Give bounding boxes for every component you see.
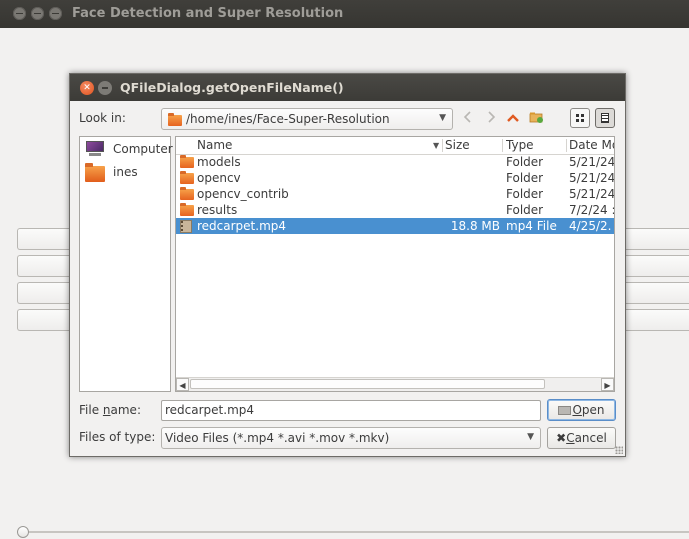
file-size (445, 170, 500, 186)
look-in-label: Look in: (79, 111, 126, 125)
folder-icon (180, 187, 194, 200)
file-name: models (197, 155, 241, 169)
file-date: 4/25/2. (569, 219, 612, 233)
cancel-icon: ✖ (556, 431, 567, 445)
cancel-button[interactable]: ✖Cancel (547, 427, 616, 449)
column-header-date[interactable]: Date Modified (569, 137, 614, 154)
main-titlebar: Face Detection and Super Resolution (0, 0, 689, 28)
video-slider-handle[interactable] (17, 526, 29, 538)
places-sidebar: Computer ines (79, 136, 173, 392)
file-date: 5/21/24 (569, 187, 615, 201)
horizontal-scrollbar[interactable]: ◀ ▶ (176, 377, 614, 391)
file-dialog: ✕ QFileDialog.getOpenFileName() Look in:… (69, 73, 626, 457)
chevron-down-icon: ▼ (527, 432, 534, 442)
chevron-down-icon: ▼ (439, 113, 446, 123)
file-type: Folder (506, 187, 544, 201)
folder-icon (168, 113, 182, 126)
column-separator (502, 139, 503, 152)
table-row[interactable]: results Folder 7/2/24 : (176, 202, 615, 218)
file-name-label: File name: (79, 403, 141, 417)
main-close-button[interactable] (13, 7, 26, 20)
look-in-combo[interactable]: /home/ines/Face-Super-Resolution ▼ (161, 108, 453, 130)
cancel-mnemonic: C (566, 431, 575, 445)
sort-descending-icon: ▼ (433, 141, 440, 150)
video-slider-track[interactable] (17, 531, 689, 533)
file-date: 5/21/24 (569, 155, 615, 169)
file-name: opencv (197, 171, 241, 185)
column-header-type[interactable]: Type (506, 137, 564, 154)
open-mnemonic: O (572, 403, 582, 417)
folder-icon (180, 155, 194, 168)
detail-view-button[interactable] (595, 108, 615, 128)
folder-icon (180, 171, 194, 184)
folder-icon (180, 203, 194, 216)
sidebar-item-label: ines (113, 165, 138, 179)
file-name: redcarpet.mp4 (197, 219, 287, 233)
detail-view-icon (601, 113, 609, 123)
cancel-label-rest: ancel (574, 431, 607, 445)
sidebar-item-label: Computer (113, 142, 173, 156)
file-type: Folder (506, 171, 544, 185)
column-header-name[interactable]: Name (197, 137, 437, 154)
table-row[interactable]: opencv Folder 5/21/24 (176, 170, 615, 186)
table-row[interactable]: opencv_contrib Folder 5/21/24 (176, 186, 615, 202)
current-path: /home/ines/Face-Super-Resolution (186, 112, 390, 126)
back-arrow-icon[interactable] (458, 108, 478, 130)
sidebar-item-ines[interactable]: ines (85, 162, 170, 182)
scrollbar-thumb[interactable] (190, 379, 545, 389)
sidebar-item-computer[interactable]: Computer (85, 139, 173, 159)
forward-arrow-icon[interactable] (481, 108, 501, 130)
file-name: results (197, 203, 238, 217)
file-type-combo[interactable]: Video Files (*.mp4 *.avi *.mov *.mkv) ▼ (161, 427, 541, 449)
file-list: Name ▼ Size Type Date Modified models Fo… (175, 136, 615, 392)
open-icon (558, 406, 572, 415)
open-button[interactable]: Open (547, 399, 616, 421)
file-date: 7/2/24 : (569, 203, 615, 217)
dialog-title: QFileDialog.getOpenFileName() (120, 80, 344, 95)
column-separator (442, 139, 443, 152)
icon-view-icon (576, 114, 584, 122)
icon-view-button[interactable] (570, 108, 590, 128)
file-list-header: Name ▼ Size Type Date Modified (176, 137, 614, 155)
new-folder-icon[interactable] (526, 108, 546, 130)
file-name: opencv_contrib (197, 187, 289, 201)
file-name-value: redcarpet.mp4 (165, 403, 255, 417)
file-type: Folder (506, 155, 544, 169)
file-date: 5/21/24 (569, 171, 615, 185)
file-size: 18.8 MB (450, 219, 500, 233)
dialog-minimize-button[interactable] (98, 81, 112, 95)
parent-directory-icon[interactable] (503, 108, 523, 130)
main-minimize-button[interactable] (31, 7, 44, 20)
file-size (445, 154, 500, 170)
file-type: Folder (506, 203, 544, 217)
file-name-input[interactable]: redcarpet.mp4 (161, 400, 541, 421)
resize-grip-icon[interactable] (615, 446, 623, 454)
scroll-left-icon[interactable]: ◀ (176, 378, 189, 391)
dialog-titlebar: ✕ QFileDialog.getOpenFileName() (70, 74, 625, 101)
file-type-value: Video Files (*.mp4 *.avi *.mov *.mkv) (165, 431, 390, 445)
column-separator (566, 139, 567, 152)
file-size (445, 202, 500, 218)
home-folder-icon (85, 163, 105, 182)
table-row[interactable]: models Folder 5/21/24 (176, 154, 615, 170)
computer-icon (85, 141, 105, 156)
open-label-rest: pen (581, 403, 605, 417)
file-type: mp4 File (506, 219, 557, 233)
close-icon: ✕ (83, 83, 91, 93)
file-type-label: Files of type: (79, 430, 156, 444)
column-header-size[interactable]: Size (445, 137, 500, 154)
dialog-close-button[interactable]: ✕ (80, 81, 94, 95)
table-row-selected[interactable]: redcarpet.mp4 18.8 MB mp4 File 4/25/2. (176, 218, 614, 234)
video-file-icon (180, 220, 192, 233)
file-size (445, 186, 500, 202)
main-maximize-button[interactable] (49, 7, 62, 20)
file-name-mnemonic: n (102, 403, 111, 417)
main-window-title: Face Detection and Super Resolution (72, 6, 344, 21)
scroll-right-icon[interactable]: ▶ (601, 378, 614, 391)
